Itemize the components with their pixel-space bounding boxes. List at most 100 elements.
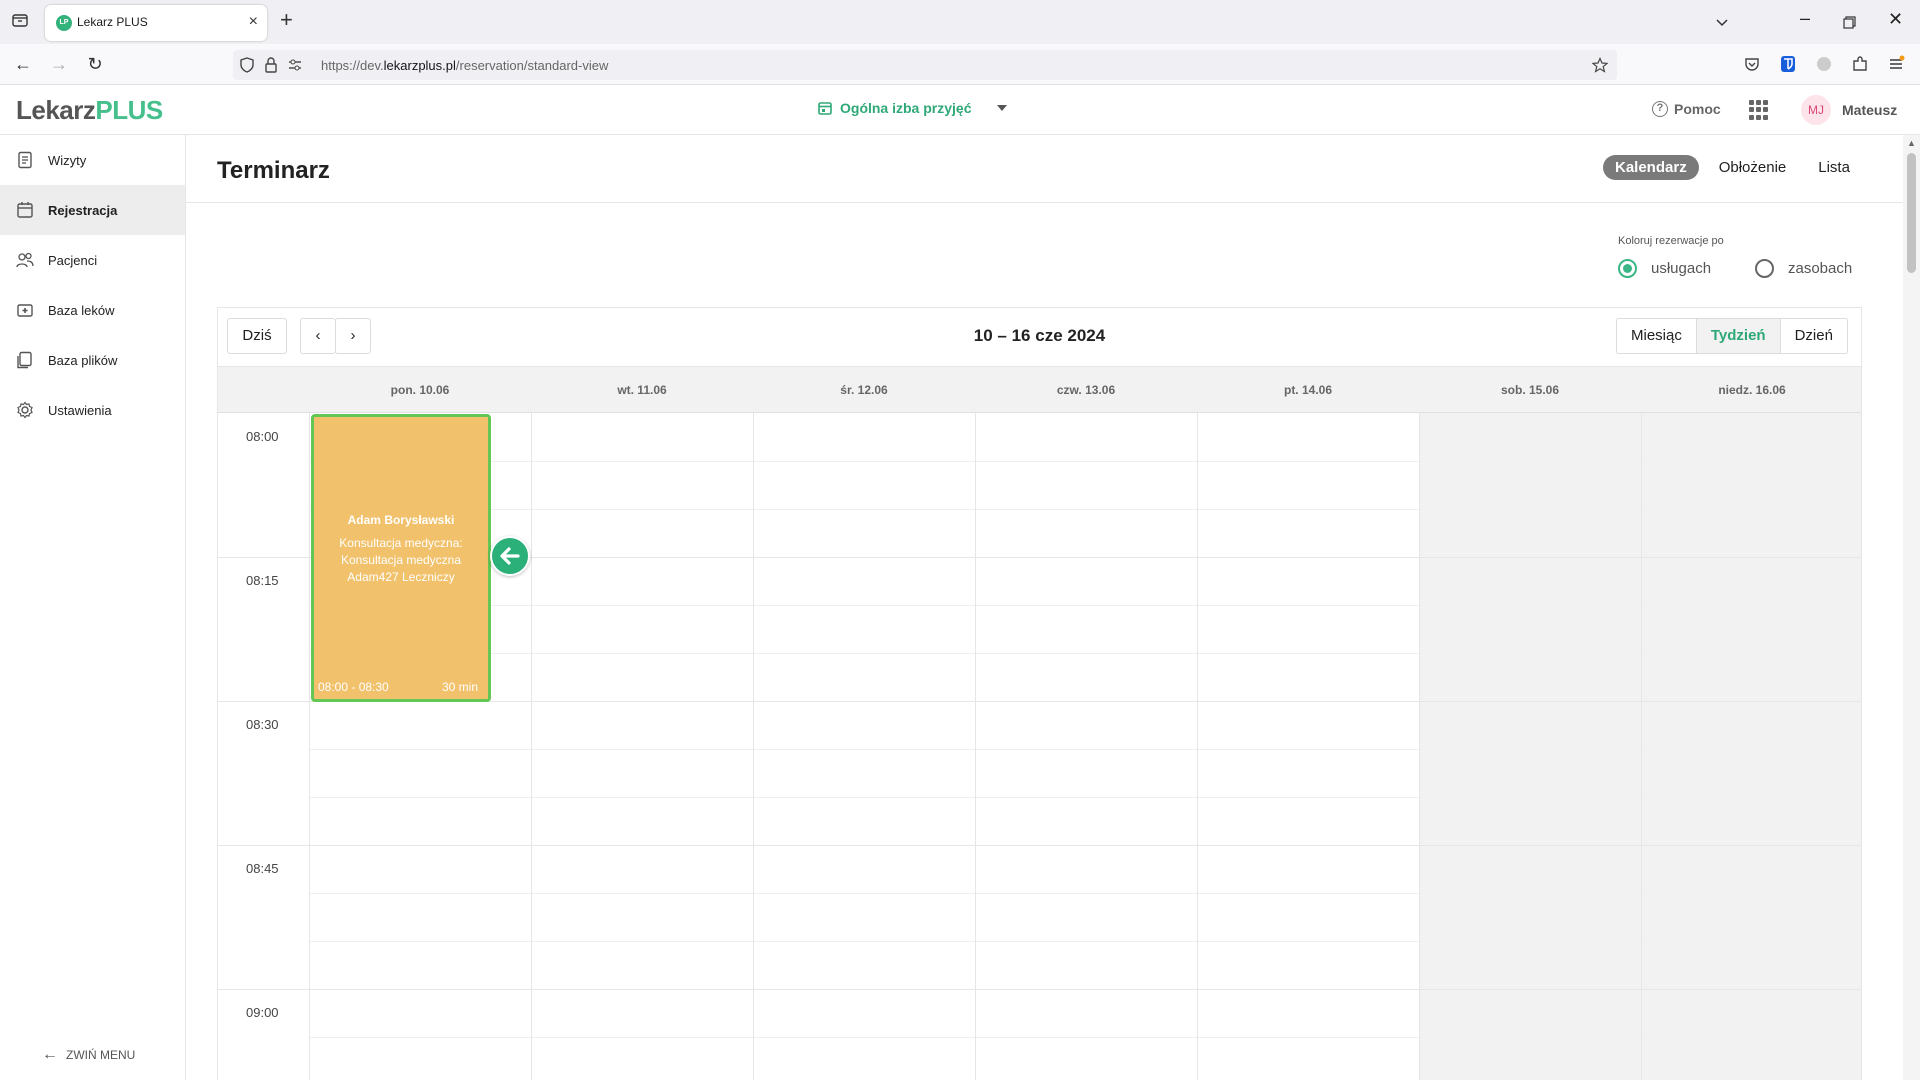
event-details: Konsultacja medyczna: Konsultacja medycz… xyxy=(324,535,478,586)
time-label: 08:15 xyxy=(246,573,279,588)
calendar: 10 – 16 cze 2024 Dziś ‹ › Miesiąc Tydzie… xyxy=(217,307,1862,1080)
help-label: Pomoc xyxy=(1674,101,1721,117)
logo[interactable]: LekarzPLUS xyxy=(16,95,163,126)
sidebar-item-ustawienia[interactable]: Ustawienia xyxy=(0,385,185,435)
permissions-icon[interactable] xyxy=(287,57,303,73)
tab-close-icon[interactable]: × xyxy=(249,13,258,31)
day-header: sob. 15.06 xyxy=(1500,383,1560,397)
bookmark-star-icon[interactable] xyxy=(1592,57,1608,73)
browser-nav-bar: ← → ↻ https://dev.lekarzplus.pl/reservat… xyxy=(0,44,1920,85)
color-by-selector: Koloruj rezerwacje po usługach zasobach xyxy=(1618,235,1852,278)
tab-kalendarz[interactable]: Kalendarz xyxy=(1603,155,1699,180)
radio-label: usługach xyxy=(1651,260,1712,277)
gear-icon xyxy=(17,401,33,419)
calendar-icon xyxy=(818,102,832,115)
sidebar-item-label: Pacjenci xyxy=(48,252,98,268)
scrollbar-thumb[interactable] xyxy=(1907,153,1916,273)
grid-line xyxy=(309,605,1861,606)
sidebar-item-wizyty[interactable]: Wizyty xyxy=(0,135,185,185)
event-duration: 30 min xyxy=(441,680,478,694)
restore-icon[interactable] xyxy=(1843,16,1856,29)
sidebar-item-baza-plikow[interactable]: Baza plików xyxy=(0,335,185,385)
grid-column-line xyxy=(1197,413,1198,1080)
location-selector[interactable]: Ogólna izba przyjęć xyxy=(818,100,1008,116)
shield-icon xyxy=(240,57,254,73)
sidebar-item-label: Ustawienia xyxy=(48,402,112,418)
minimize-icon[interactable]: – xyxy=(1800,8,1810,29)
sidebar-item-label: Wizyty xyxy=(48,152,87,168)
sidebar-item-rejestracja[interactable]: Rejestracja xyxy=(0,185,185,235)
collapse-menu-button[interactable]: ← ZWIŃ MENU xyxy=(42,1046,135,1064)
time-label: 08:30 xyxy=(246,717,279,732)
username[interactable]: Mateusz xyxy=(1842,102,1897,118)
grid-line xyxy=(309,509,1861,510)
chevron-down-icon[interactable] xyxy=(1714,14,1730,30)
help-button[interactable]: ? Pomoc xyxy=(1652,101,1721,117)
extension-icon[interactable] xyxy=(1815,55,1833,73)
today-button[interactable]: Dziś xyxy=(227,318,287,354)
grid-column-line xyxy=(1641,413,1642,1080)
scroll-up-icon[interactable]: ▲ xyxy=(1907,138,1916,148)
next-button[interactable]: › xyxy=(335,318,371,354)
new-tab-icon[interactable]: + xyxy=(280,9,293,31)
tab-lista[interactable]: Lista xyxy=(1806,155,1862,180)
document-list-icon xyxy=(18,151,32,169)
mode-week-button[interactable]: Tydzień xyxy=(1696,319,1781,353)
color-by-label: Koloruj rezerwacje po xyxy=(1618,235,1724,247)
url-bar[interactable]: https://dev.lekarzplus.pl/reservation/st… xyxy=(233,50,1617,80)
day-header: pt. 14.06 xyxy=(1283,383,1333,397)
sidebar-item-pacjenci[interactable]: Pacjenci xyxy=(0,235,185,285)
browser-tab[interactable]: LP Lekarz PLUS × xyxy=(45,5,267,41)
back-icon[interactable]: ← xyxy=(12,53,34,75)
radio-uslugach[interactable]: usługach xyxy=(1618,259,1711,278)
grid-line xyxy=(218,845,1861,846)
caret-down-icon xyxy=(997,105,1008,111)
lock-icon xyxy=(265,57,277,73)
grid-line xyxy=(309,749,1861,750)
page-scrollbar[interactable]: ▲ xyxy=(1903,135,1920,1080)
medicine-icon xyxy=(17,304,33,317)
arrow-left-icon xyxy=(500,547,520,565)
pocket-icon[interactable] xyxy=(1743,55,1761,73)
move-handle[interactable] xyxy=(490,536,530,576)
apps-grid-icon[interactable] xyxy=(1749,100,1769,120)
sidebar: Wizyty Rejestracja Pacjenci Baza leków B… xyxy=(0,135,186,1080)
prev-button[interactable]: ‹ xyxy=(300,318,336,354)
divider xyxy=(186,202,1903,203)
puzzle-icon[interactable] xyxy=(1851,55,1869,73)
forward-icon[interactable]: → xyxy=(48,53,70,75)
radio-checked-icon xyxy=(1618,259,1637,278)
menu-icon[interactable] xyxy=(1887,55,1905,73)
reservation-event[interactable]: Adam Borysławski Konsultacja medyczna: K… xyxy=(311,414,491,702)
day-header-row: pon. 10.06 wt. 11.06 śr. 12.06 czw. 13.0… xyxy=(218,367,1861,413)
day-header: pon. 10.06 xyxy=(390,383,450,397)
grid-column-line xyxy=(531,413,532,1080)
mode-day-button[interactable]: Dzień xyxy=(1781,319,1847,353)
grid-line xyxy=(309,1037,1861,1038)
time-grid[interactable]: 08:00 08:15 08:30 08:45 09:00 Adam Borys… xyxy=(218,413,1861,1080)
event-patient-name: Adam Borysławski xyxy=(347,513,455,527)
date-range: 10 – 16 cze 2024 xyxy=(973,326,1106,345)
tab-oblozenie[interactable]: Obłożenie xyxy=(1707,155,1799,180)
event-service: Konsultacja medyczna: Konsultacja medycz… xyxy=(339,536,463,567)
day-header: wt. 11.06 xyxy=(617,383,667,397)
event-time: 08:00 - 08:30 xyxy=(318,680,389,694)
reload-icon[interactable]: ↻ xyxy=(84,53,106,75)
event-resource: Adam427 Leczniczy xyxy=(347,570,455,584)
chevron-right-icon: › xyxy=(350,327,356,344)
day-header: śr. 12.06 xyxy=(840,383,888,397)
view-tabs: Kalendarz Obłożenie Lista xyxy=(1603,155,1862,180)
grid-column-line xyxy=(1419,413,1420,1080)
window-close-icon[interactable]: ✕ xyxy=(1888,9,1903,30)
chevron-left-icon: ‹ xyxy=(315,327,321,344)
bitwarden-icon[interactable] xyxy=(1779,55,1797,73)
sidebar-item-baza-lekow[interactable]: Baza leków xyxy=(0,285,185,335)
arrow-left-icon: ← xyxy=(42,1046,58,1063)
page-title: Terminarz xyxy=(217,157,330,184)
avatar[interactable]: MJ xyxy=(1801,95,1831,125)
radio-zasobach[interactable]: zasobach xyxy=(1755,259,1852,278)
tab-list-icon[interactable] xyxy=(12,12,28,28)
grid-column-line xyxy=(975,413,976,1080)
calendar-icon xyxy=(17,202,33,218)
mode-month-button[interactable]: Miesiąc xyxy=(1617,319,1697,353)
